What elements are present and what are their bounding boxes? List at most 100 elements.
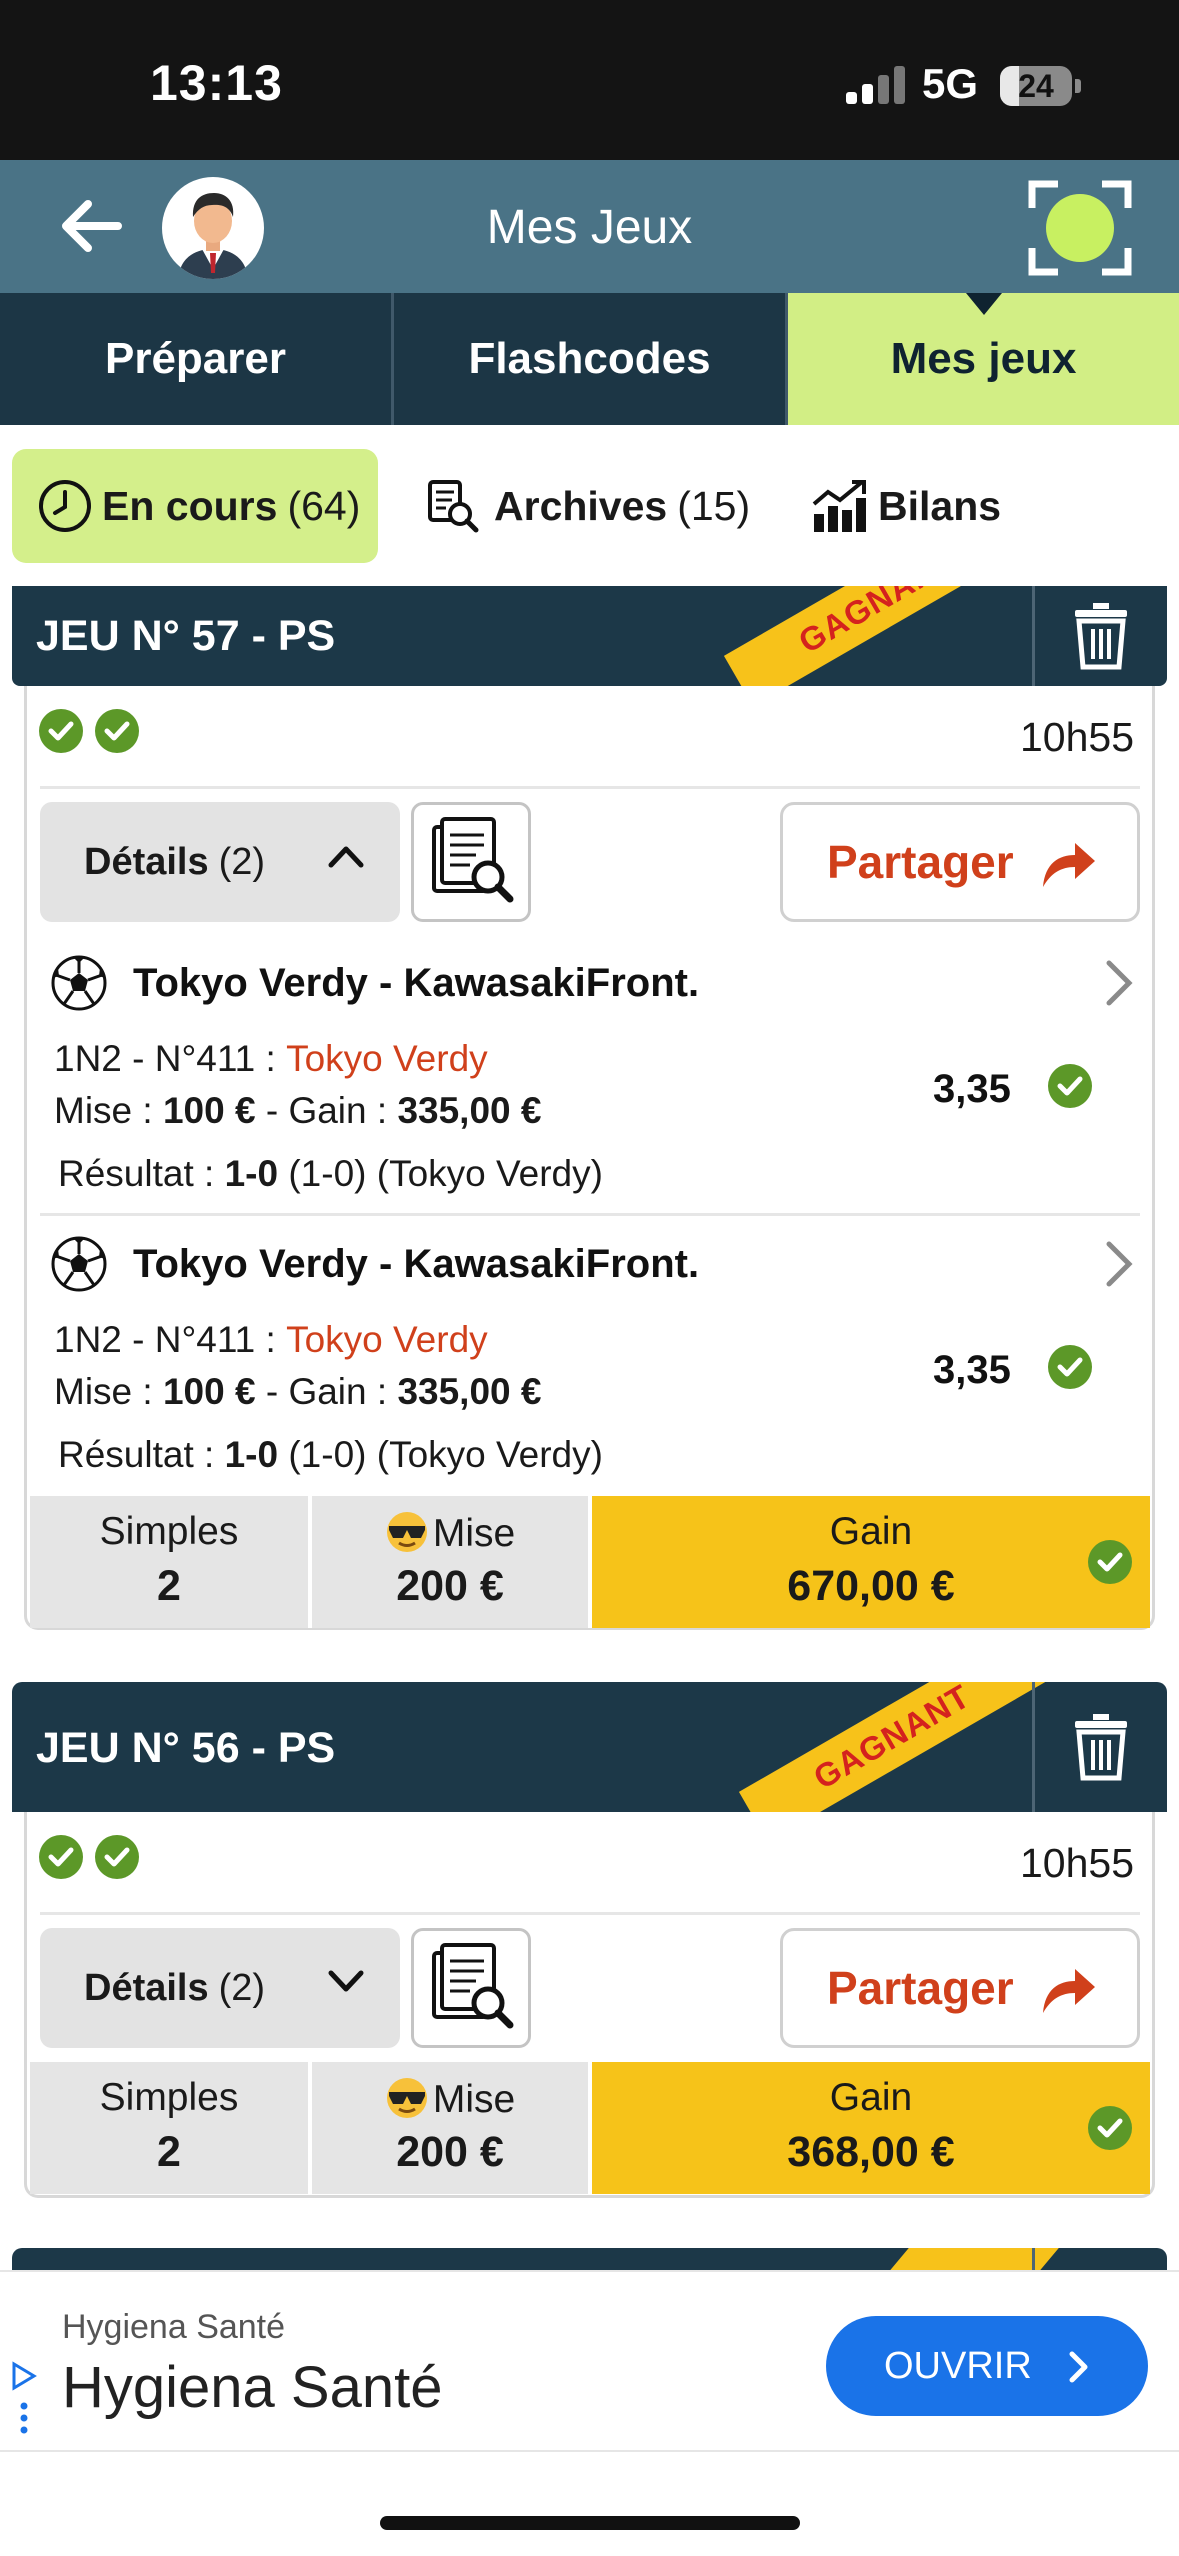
delete-button[interactable] [1032, 1682, 1167, 1812]
share-button[interactable]: Partager [780, 802, 1140, 922]
game-card-header: JEU N° 57 - PS GAGNANT [12, 586, 1167, 686]
summary-type-label: Simples [99, 1510, 239, 1553]
result-detail: (1-0) (Tokyo Verdy) [288, 1153, 603, 1194]
status-bar: 13:13 5G 24 [0, 0, 1179, 160]
winner-ribbon: GAGNANT [738, 1682, 1046, 1812]
ad-banner[interactable]: Hygiena Santé Hygiena Santé OUVRIR [0, 2270, 1179, 2452]
subtab-bilans-label: Bilans [878, 482, 1002, 529]
tab-mes-jeux-label: Mes jeux [890, 334, 1077, 383]
summary-type: Simples 2 [30, 2062, 308, 2194]
chevron-right-icon [1069, 2351, 1088, 2383]
stake-label: Mise : [54, 1371, 153, 1412]
summary-gain-label: Gain [829, 2076, 913, 2119]
scan-button[interactable] [1028, 178, 1132, 278]
check-circle-icon [1048, 1064, 1092, 1108]
bet-pick: Tokyo Verdy [286, 1038, 488, 1079]
details-toggle-button[interactable]: Détails (2) [40, 802, 400, 922]
delete-button[interactable] [1032, 586, 1167, 686]
share-arrow-icon [1043, 1969, 1095, 2013]
main-tabs: Préparer Flashcodes Mes jeux [0, 293, 1179, 425]
battery-icon: 24 [1000, 66, 1081, 106]
details-label: Détails [84, 840, 209, 883]
summary-stake-label: Mise [432, 1512, 516, 1555]
check-circle-icon [1088, 1540, 1132, 1584]
active-tab-indicator [965, 293, 1002, 315]
share-arrow-icon [1043, 843, 1095, 887]
home-indicator[interactable] [380, 2516, 800, 2530]
tab-preparer[interactable]: Préparer [0, 293, 394, 425]
bet-market-label: 1N2 - N°411 : [54, 1319, 276, 1360]
document-search-icon [432, 1943, 514, 2029]
bet-pick: Tokyo Verdy [286, 1319, 488, 1360]
check-circle-icon [95, 1835, 139, 1879]
game-title: JEU N° 56 - PS [36, 1724, 336, 1772]
qr-scan-icon [1028, 180, 1132, 276]
summary-type: Simples 2 [30, 1496, 308, 1628]
network-label: 5G [922, 60, 979, 107]
match-title[interactable]: Tokyo Verdy - KawasakiFront. [133, 1242, 699, 1287]
subtab-en-cours-label: En cours [102, 482, 278, 529]
battery-level: 24 [1018, 68, 1054, 104]
divider [40, 1213, 1140, 1216]
summary-type-value: 2 [157, 1562, 181, 1610]
check-circle-icon [39, 709, 83, 753]
details-toggle-button[interactable]: Détails (2) [40, 1928, 400, 2048]
details-count: (2) [218, 840, 266, 883]
ticket-view-button[interactable] [411, 802, 531, 922]
gain-label: - Gain : [265, 1090, 388, 1131]
ad-headline: Hygiena Santé [62, 2355, 443, 2420]
bet-result: Résultat : 1-0 (1-0) (Tokyo Verdy) [58, 1434, 603, 1476]
check-circle-icon [39, 1835, 83, 1879]
gain-value: 335,00 € [397, 1090, 542, 1131]
bet-stake-gain: Mise : 100 € - Gain : 335,00 € [54, 1371, 541, 1413]
subtab-en-cours[interactable]: En cours (64) [12, 449, 378, 563]
summary-stake: Mise 200 € [312, 2062, 588, 2194]
stats-chart-icon [812, 480, 866, 532]
ad-cta-label: OUVRIR [884, 2344, 1032, 2387]
summary-type-value: 2 [157, 2128, 181, 2176]
divider [40, 786, 1140, 789]
document-search-icon [432, 817, 514, 903]
adchoices-icon[interactable] [8, 2360, 38, 2440]
soccer-ball-icon [51, 1236, 107, 1292]
divider [40, 1912, 1140, 1915]
bet-odds: 3,35 [933, 1067, 1011, 1111]
chevron-down-icon [328, 1970, 364, 1992]
tab-mes-jeux[interactable]: Mes jeux [788, 293, 1179, 425]
gain-value: 335,00 € [397, 1371, 542, 1412]
share-label: Partager [827, 1962, 1014, 2014]
game-summary: Simples 2 Mise 200 € Gain 670,00 € [30, 1496, 1150, 1628]
check-circle-icon [1088, 2106, 1132, 2150]
bet-result: Résultat : 1-0 (1-0) (Tokyo Verdy) [58, 1153, 603, 1195]
winner-ribbon: GAGNANT [723, 586, 1031, 686]
share-button[interactable]: Partager [780, 1928, 1140, 2048]
subtab-en-cours-count: (64) [287, 482, 361, 529]
result-label: Résultat : [58, 1153, 215, 1194]
signal-icon [846, 64, 906, 104]
match-title[interactable]: Tokyo Verdy - KawasakiFront. [133, 961, 699, 1006]
sunglasses-emoji-icon [386, 2078, 427, 2118]
summary-gain: Gain 670,00 € [592, 1496, 1150, 1628]
result-score: 1-0 [224, 1153, 279, 1194]
chevron-right-icon[interactable] [1104, 958, 1134, 1008]
bet-market-label: 1N2 - N°411 : [54, 1038, 276, 1079]
gain-label: - Gain : [265, 1371, 388, 1412]
sunglasses-emoji-icon [386, 1512, 427, 1552]
stake-label: Mise : [54, 1090, 153, 1131]
chevron-right-icon[interactable] [1104, 1239, 1134, 1289]
subtab-archives[interactable]: Archives (15) [424, 449, 764, 563]
subtab-archives-count: (15) [677, 482, 751, 529]
ad-open-button[interactable]: OUVRIR [826, 2316, 1148, 2416]
subtab-bilans[interactable]: Bilans [810, 449, 1030, 563]
game-time: 10h55 [1020, 1840, 1135, 1886]
soccer-ball-icon [51, 955, 107, 1011]
game-summary: Simples 2 Mise 200 € Gain 368,00 € [30, 2062, 1150, 2194]
ad-advertiser: Hygiena Santé [62, 2308, 286, 2346]
archive-search-icon [428, 480, 479, 533]
tab-flashcodes[interactable]: Flashcodes [394, 293, 788, 425]
bet-stake-gain: Mise : 100 € - Gain : 335,00 € [54, 1090, 541, 1132]
bet-market: 1N2 - N°411 : Tokyo Verdy [54, 1038, 488, 1080]
ticket-view-button[interactable] [411, 1928, 531, 2048]
summary-stake-value: 200 € [396, 2128, 504, 2176]
game-title: JEU N° 57 - PS [36, 612, 336, 660]
